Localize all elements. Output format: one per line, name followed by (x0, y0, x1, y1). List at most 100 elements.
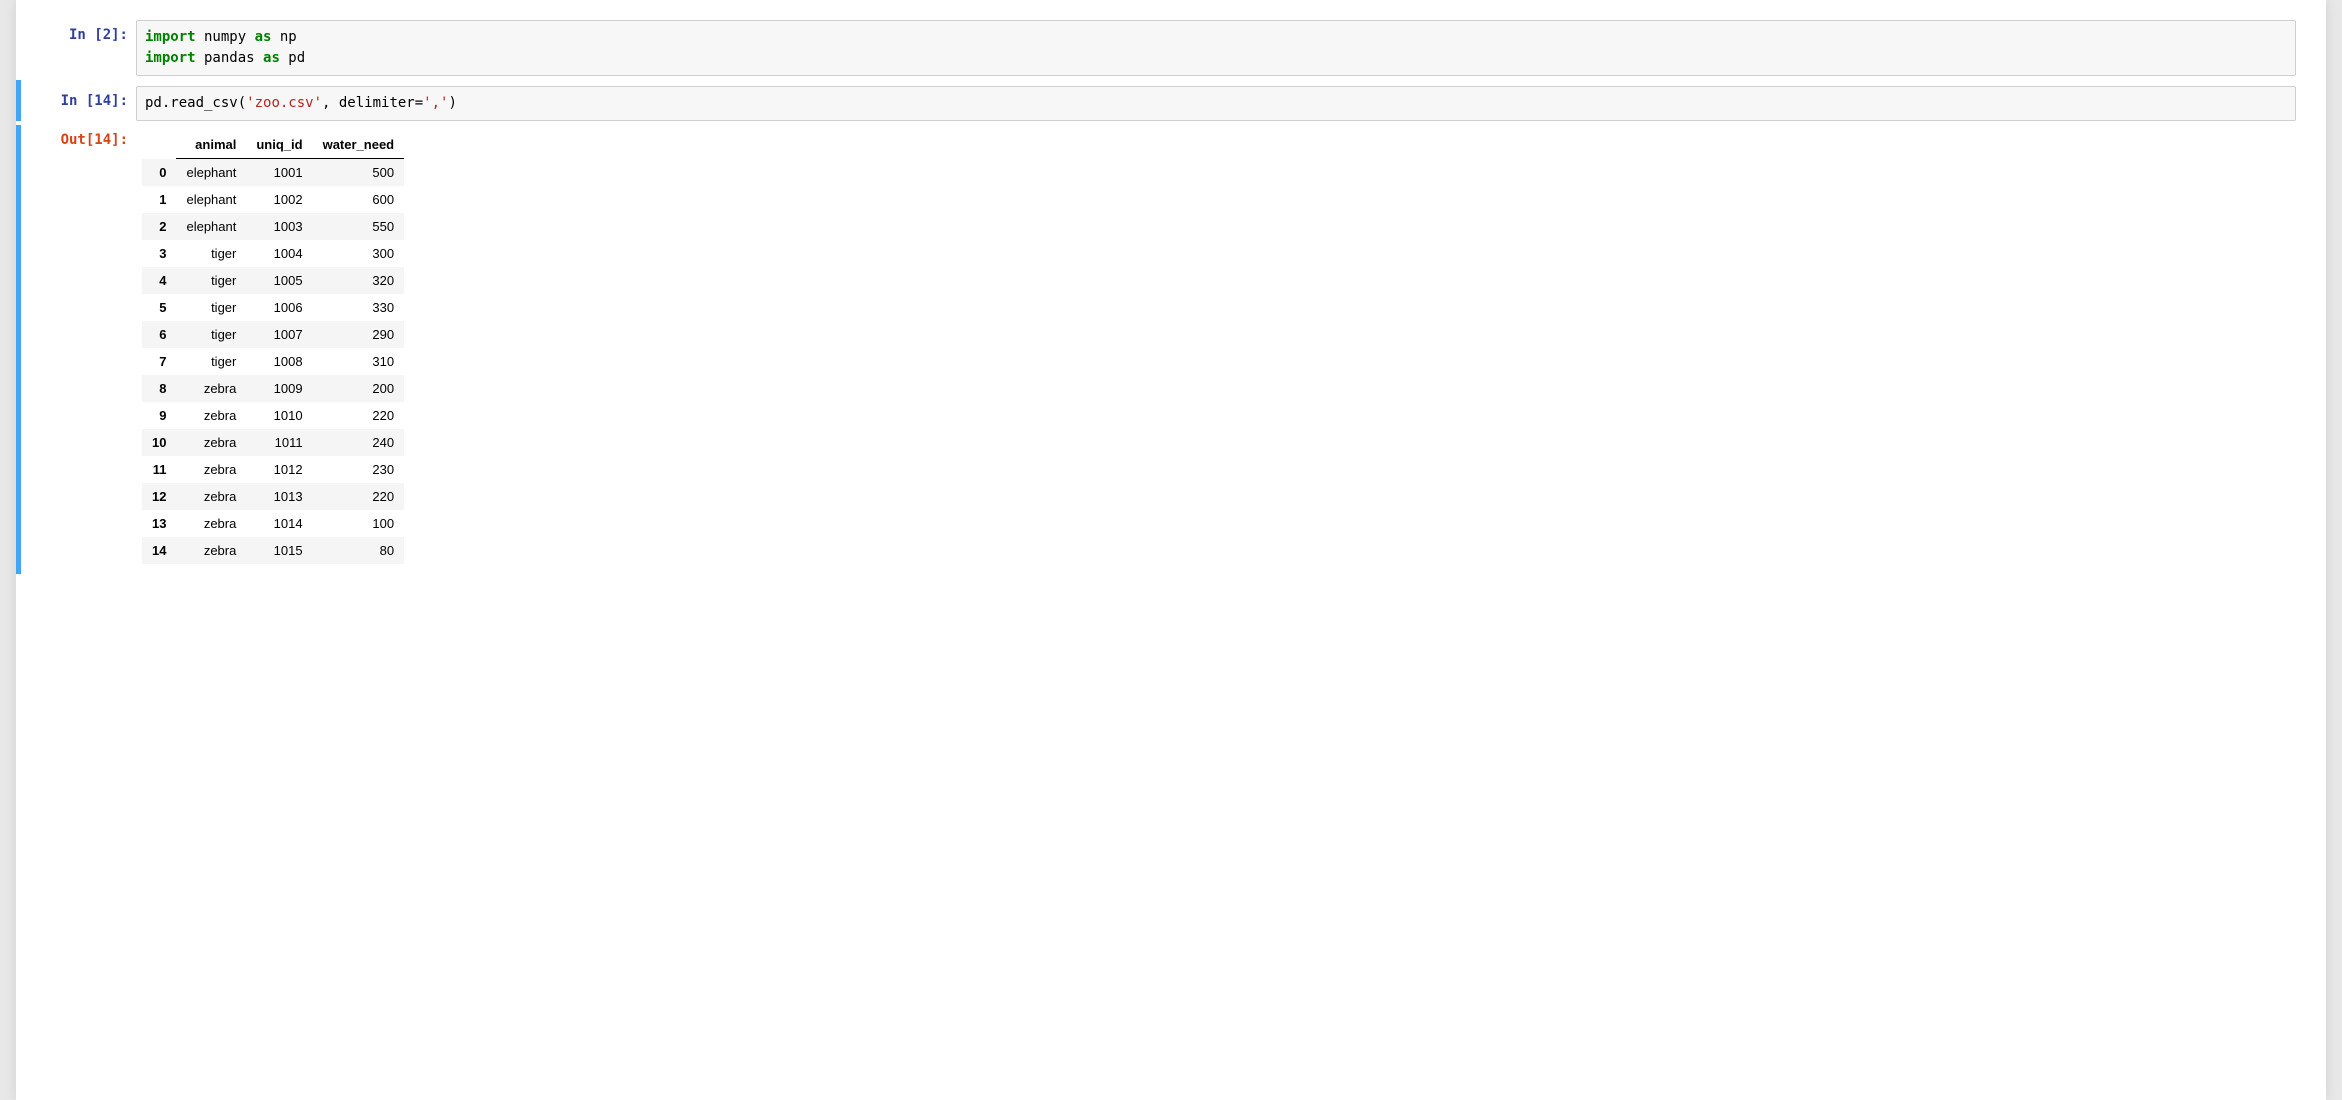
code-text: ) (448, 95, 456, 111)
row-index: 1 (142, 186, 176, 213)
row-index: 13 (142, 510, 176, 537)
row-index: 7 (142, 348, 176, 375)
index-header (142, 131, 176, 159)
row-index: 9 (142, 402, 176, 429)
table-row: 13zebra1014100 (142, 510, 404, 537)
code-text: pd (280, 50, 305, 66)
output-cell-2: Out[14]: animal uniq_id water_need 0elep… (16, 125, 2326, 574)
table-row: 5tiger1006330 (142, 294, 404, 321)
table-cell: 220 (313, 402, 405, 429)
row-index: 8 (142, 375, 176, 402)
table-cell: tiger (176, 240, 246, 267)
code-text: pandas (196, 50, 263, 66)
table-cell: 1015 (246, 537, 312, 564)
notebook-container: In [2]: import numpy as np import pandas… (16, 0, 2326, 1100)
table-cell: 240 (313, 429, 405, 456)
code-input[interactable]: pd.read_csv('zoo.csv', delimiter=',') (136, 86, 2296, 121)
table-cell: 200 (313, 375, 405, 402)
table-cell: tiger (176, 348, 246, 375)
string-literal: 'zoo.csv' (246, 95, 322, 111)
table-cell: 1006 (246, 294, 312, 321)
row-index: 0 (142, 159, 176, 187)
table-cell: 300 (313, 240, 405, 267)
table-cell: 220 (313, 483, 405, 510)
code-cell-2: In [14]: pd.read_csv('zoo.csv', delimite… (16, 80, 2326, 121)
table-cell: 1014 (246, 510, 312, 537)
code-input[interactable]: import numpy as np import pandas as pd (136, 20, 2296, 76)
table-cell: 500 (313, 159, 405, 187)
row-index: 6 (142, 321, 176, 348)
table-row: 1elephant1002600 (142, 186, 404, 213)
row-index: 5 (142, 294, 176, 321)
code-text: numpy (196, 29, 255, 45)
table-row: 10zebra1011240 (142, 429, 404, 456)
keyword-as: as (263, 50, 280, 66)
row-index: 10 (142, 429, 176, 456)
table-row: 6tiger1007290 (142, 321, 404, 348)
table-cell: 1004 (246, 240, 312, 267)
table-cell: zebra (176, 429, 246, 456)
keyword-as: as (255, 29, 272, 45)
table-cell: 1011 (246, 429, 312, 456)
table-cell: 1012 (246, 456, 312, 483)
table-cell: 310 (313, 348, 405, 375)
output-prompt: Out[14]: (16, 125, 136, 564)
table-cell: 1008 (246, 348, 312, 375)
column-header: animal (176, 131, 246, 159)
table-cell: 1009 (246, 375, 312, 402)
table-cell: 320 (313, 267, 405, 294)
row-index: 12 (142, 483, 176, 510)
table-cell: zebra (176, 483, 246, 510)
row-index: 4 (142, 267, 176, 294)
column-header: uniq_id (246, 131, 312, 159)
table-cell: zebra (176, 510, 246, 537)
table-row: 12zebra1013220 (142, 483, 404, 510)
code-text: pd.read_csv( (145, 95, 246, 111)
table-cell: 1007 (246, 321, 312, 348)
table-row: 3tiger1004300 (142, 240, 404, 267)
table-cell: zebra (176, 456, 246, 483)
table-row: 14zebra101580 (142, 537, 404, 564)
keyword-import: import (145, 50, 196, 66)
keyword-import: import (145, 29, 196, 45)
table-cell: elephant (176, 213, 246, 240)
table-cell: 1001 (246, 159, 312, 187)
table-cell: 600 (313, 186, 405, 213)
table-row: 7tiger1008310 (142, 348, 404, 375)
table-cell: 330 (313, 294, 405, 321)
table-cell: 550 (313, 213, 405, 240)
row-index: 14 (142, 537, 176, 564)
code-text: np (271, 29, 296, 45)
table-row: 2elephant1003550 (142, 213, 404, 240)
dataframe-table: animal uniq_id water_need 0elephant10015… (142, 131, 404, 564)
input-area: pd.read_csv('zoo.csv', delimiter=',') (136, 86, 2296, 121)
table-cell: 230 (313, 456, 405, 483)
table-cell: 1005 (246, 267, 312, 294)
table-row: 9zebra1010220 (142, 402, 404, 429)
table-cell: elephant (176, 159, 246, 187)
table-cell: elephant (176, 186, 246, 213)
table-cell: 1003 (246, 213, 312, 240)
input-prompt: In [14]: (16, 86, 136, 121)
row-index: 11 (142, 456, 176, 483)
column-header: water_need (313, 131, 405, 159)
table-cell: 80 (313, 537, 405, 564)
table-cell: zebra (176, 537, 246, 564)
code-cell-1: In [2]: import numpy as np import pandas… (16, 20, 2326, 76)
table-cell: tiger (176, 321, 246, 348)
table-cell: zebra (176, 375, 246, 402)
row-index: 2 (142, 213, 176, 240)
string-literal: ',' (423, 95, 448, 111)
table-row: 11zebra1012230 (142, 456, 404, 483)
table-cell: 290 (313, 321, 405, 348)
table-cell: 1002 (246, 186, 312, 213)
input-area: import numpy as np import pandas as pd (136, 20, 2296, 76)
row-index: 3 (142, 240, 176, 267)
table-row: 0elephant1001500 (142, 159, 404, 187)
input-prompt: In [2]: (16, 20, 136, 76)
table-row: 4tiger1005320 (142, 267, 404, 294)
table-cell: 100 (313, 510, 405, 537)
table-cell: 1013 (246, 483, 312, 510)
table-cell: tiger (176, 267, 246, 294)
code-text: , delimiter= (322, 95, 423, 111)
